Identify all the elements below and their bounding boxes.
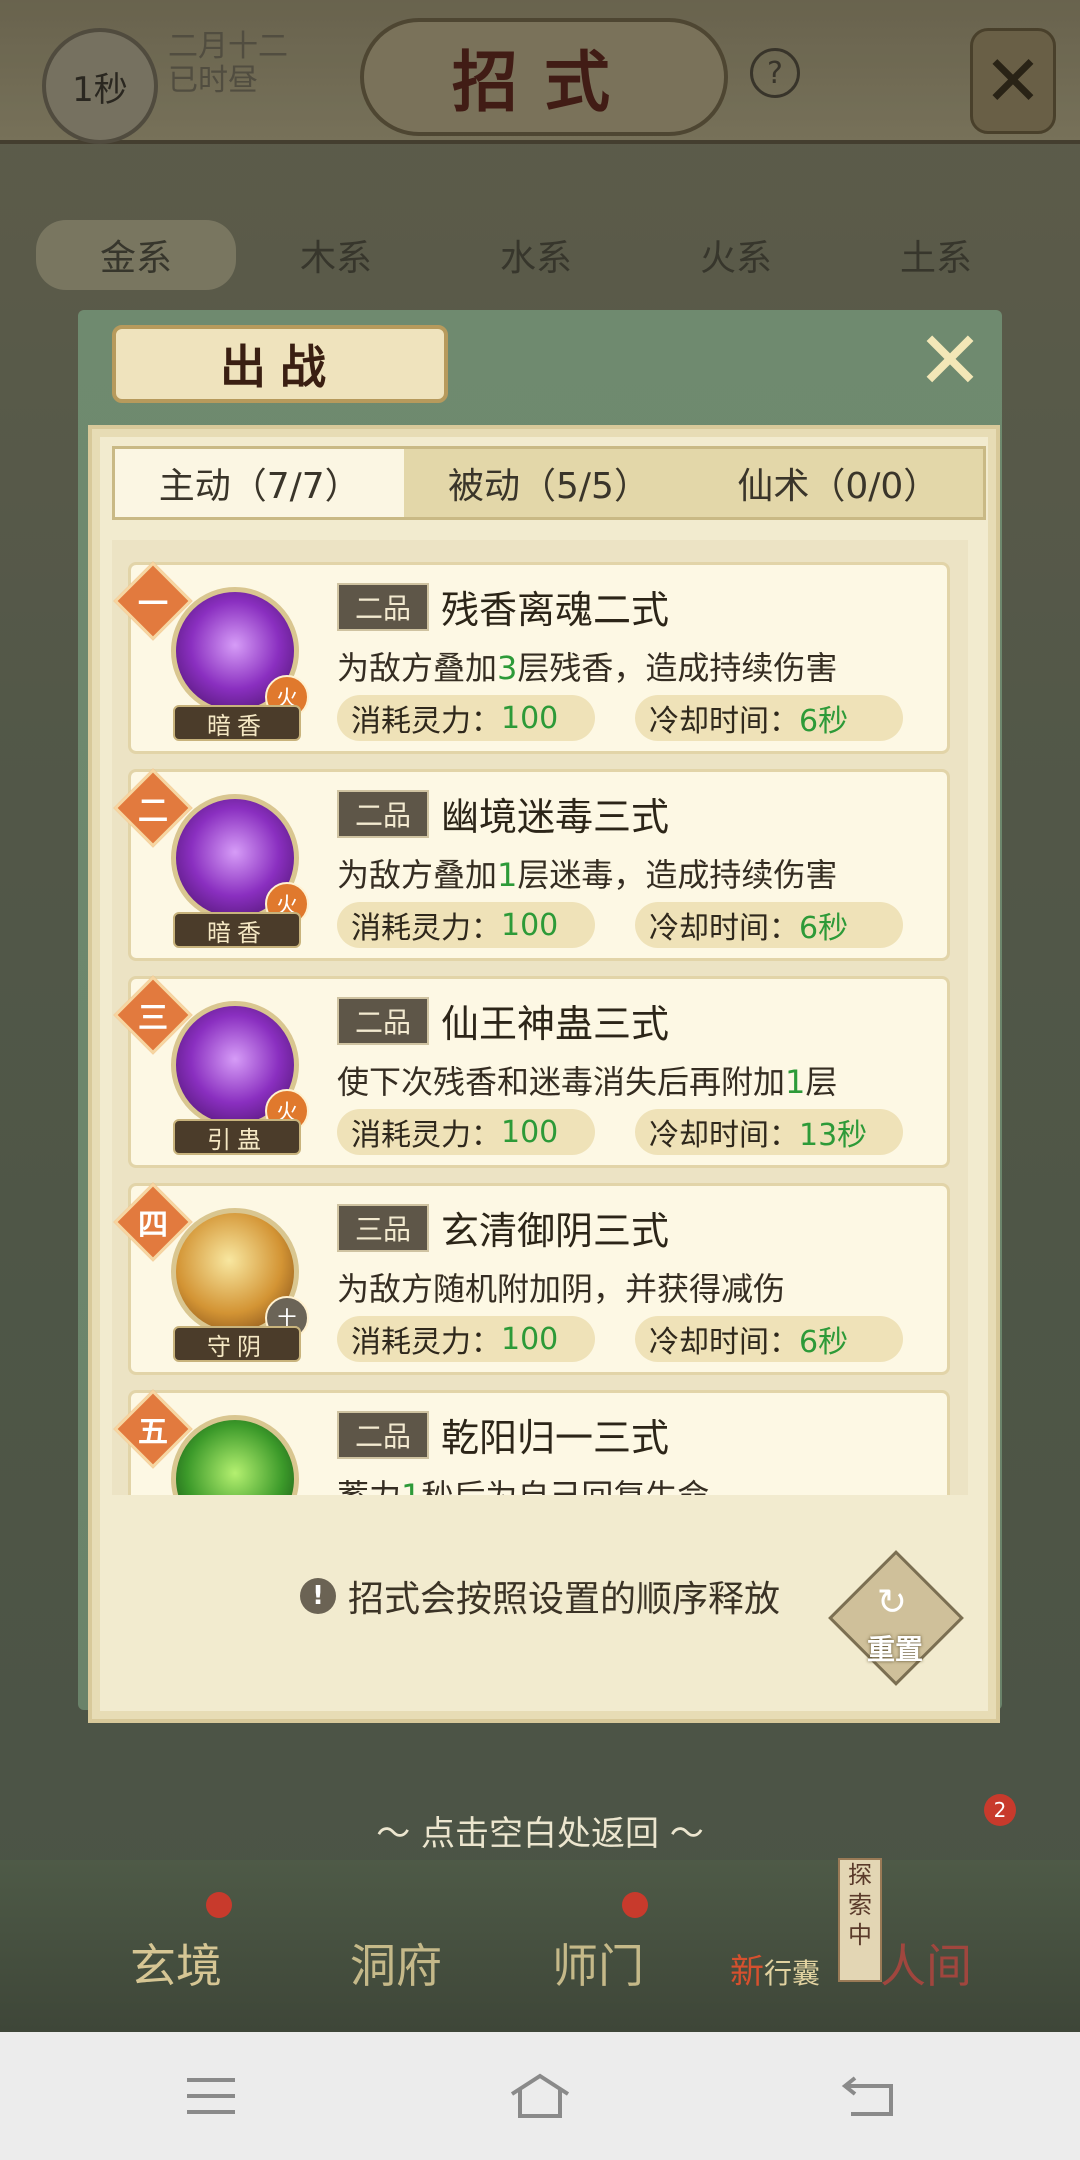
modal-title: 出战 bbox=[112, 325, 448, 403]
cooldown-pill: 冷却时间： 6秒 bbox=[635, 1316, 903, 1362]
desc-number: 1 bbox=[497, 856, 518, 894]
skill-desc: 蓄力1秒后为自己回复生命 bbox=[337, 1471, 709, 1495]
desc-number: 1 bbox=[401, 1477, 421, 1495]
nav-renjian[interactable]: 人间 bbox=[880, 1930, 972, 1996]
cooldown-value: 6秒 bbox=[799, 1325, 849, 1360]
skill-card[interactable]: 一 火 暗香 二品 残香离魂二式 为敌方叠加3层残香，造成持续伤害 消耗灵力： 1… bbox=[113, 561, 950, 754]
cost-value: 100 bbox=[501, 1321, 559, 1357]
desc-text: 层残香，造成持续伤害 bbox=[517, 649, 838, 687]
icon-label: 守阴 bbox=[173, 1326, 301, 1362]
back-hint: 〜 点击空白处返回 〜 bbox=[376, 1814, 704, 1854]
skill-name: 仙王神蛊三式 bbox=[441, 1002, 670, 1046]
cooldown-label: 冷却时间： bbox=[649, 1118, 799, 1153]
cooldown-label: 冷却时间： bbox=[649, 1325, 799, 1360]
nav-xingnang-label: 行囊 bbox=[764, 1957, 821, 1990]
rank-text: 一 bbox=[138, 587, 168, 622]
modal-title-text: 出战 bbox=[220, 340, 340, 394]
skill-name: 乾阳归一三式 bbox=[441, 1416, 670, 1460]
desc-number: 1 bbox=[785, 1063, 806, 1101]
desc-text: 为敌方叠加 bbox=[337, 856, 498, 894]
desc-text: 使下次残香和迷毒消失后再附加 bbox=[337, 1063, 786, 1101]
rank-text: 五 bbox=[138, 1415, 168, 1450]
close-icon[interactable]: ✕ bbox=[915, 314, 985, 407]
tab-active-skills[interactable]: 主动（7/7） bbox=[115, 449, 405, 517]
rank-text: 二 bbox=[138, 794, 168, 829]
skill-desc: 为敌方叠加1层迷毒，造成持续伤害 bbox=[337, 850, 837, 896]
icon-label: 暗香 bbox=[173, 912, 301, 948]
cost-label: 消耗灵力： bbox=[351, 1118, 501, 1153]
cost-label: 消耗灵力： bbox=[351, 1325, 501, 1360]
desc-text: 秒后为自己回复生命 bbox=[421, 1477, 709, 1495]
cooldown-pill: 冷却时间： 13秒 bbox=[635, 1109, 903, 1155]
refresh-icon: ↻ bbox=[876, 1581, 908, 1623]
icon-label: 引蛊 bbox=[173, 1119, 301, 1155]
cost-pill: 消耗灵力： 100 bbox=[337, 902, 595, 948]
skill-card[interactable]: 四 土 守阴 三品 玄清御阴三式 为敌方随机附加阴，并获得减伤 消耗灵力： 100… bbox=[113, 1182, 950, 1375]
rank-text: 三 bbox=[138, 1001, 168, 1036]
skill-desc: 为敌方叠加3层残香，造成持续伤害 bbox=[337, 643, 837, 689]
system-nav-bar bbox=[0, 2032, 1080, 2160]
nav-dongfu[interactable]: 洞府 bbox=[350, 1930, 442, 1996]
icon-label: 暗香 bbox=[173, 705, 301, 741]
tab-spell-skills[interactable]: 仙术（0/0） bbox=[694, 449, 983, 517]
home-icon[interactable] bbox=[505, 2066, 575, 2126]
back-icon[interactable] bbox=[834, 2066, 904, 2126]
cost-pill: 消耗灵力： 100 bbox=[337, 1109, 595, 1155]
desc-text: 为敌方叠加 bbox=[337, 649, 498, 687]
grade-badge: 二品 bbox=[337, 790, 429, 838]
rank-text: 四 bbox=[138, 1208, 168, 1243]
skill-desc: 使下次残香和迷毒消失后再附加1层 bbox=[337, 1057, 837, 1103]
notification-dot bbox=[206, 1892, 232, 1918]
cost-label: 消耗灵力： bbox=[351, 704, 501, 739]
cost-label: 消耗灵力： bbox=[351, 911, 501, 946]
cooldown-pill: 冷却时间： 6秒 bbox=[635, 695, 903, 741]
cost-value: 100 bbox=[501, 1114, 559, 1150]
nav-shimen[interactable]: 师门 bbox=[552, 1930, 644, 1996]
menu-icon[interactable] bbox=[176, 2066, 246, 2126]
cost-value: 100 bbox=[501, 907, 559, 943]
cost-pill: 消耗灵力： 100 bbox=[337, 1316, 595, 1362]
notification-dot bbox=[622, 1892, 648, 1918]
world-count-badge: 2 bbox=[984, 1794, 1016, 1826]
skill-card[interactable]: 五 二品 乾阳归一三式 蓄力1秒后为自己回复生命 bbox=[113, 1389, 950, 1495]
skill-card[interactable]: 二 火 暗香 二品 幽境迷毒三式 为敌方叠加1层迷毒，造成持续伤害 消耗灵力： 1… bbox=[113, 768, 950, 961]
cost-pill: 消耗灵力： 100 bbox=[337, 695, 595, 741]
order-hint-text: 招式会按照设置的顺序释放 bbox=[348, 1579, 781, 1620]
skill-name: 残香离魂二式 bbox=[441, 588, 670, 632]
skill-name: 玄清御阴三式 bbox=[441, 1209, 670, 1253]
grade-badge: 二品 bbox=[337, 1411, 429, 1459]
grade-badge: 二品 bbox=[337, 997, 429, 1045]
skill-subtabs: 主动（7/7） 被动（5/5） 仙术（0/0） bbox=[112, 446, 986, 520]
grade-badge: 二品 bbox=[337, 583, 429, 631]
skill-list[interactable]: 一 火 暗香 二品 残香离魂二式 为敌方叠加3层残香，造成持续伤害 消耗灵力： 1… bbox=[112, 540, 968, 1495]
cooldown-value: 13秒 bbox=[799, 1118, 868, 1153]
desc-text: 蓄力 bbox=[337, 1477, 401, 1495]
cooldown-label: 冷却时间： bbox=[649, 911, 799, 946]
tab-passive-skills[interactable]: 被动（5/5） bbox=[404, 449, 693, 517]
grade-badge: 三品 bbox=[337, 1204, 429, 1252]
nav-xingnang[interactable]: 新行囊 bbox=[730, 1944, 820, 1993]
cooldown-value: 6秒 bbox=[799, 704, 849, 739]
reset-label[interactable]: 重置 bbox=[852, 1628, 938, 1668]
skill-name: 幽境迷毒三式 bbox=[441, 795, 670, 839]
desc-text: 层 bbox=[805, 1063, 838, 1101]
explore-tag: 探索中 bbox=[838, 1858, 882, 1982]
skill-desc: 为敌方随机附加阴，并获得减伤 bbox=[337, 1264, 785, 1310]
cooldown-value: 6秒 bbox=[799, 911, 849, 946]
skill-card[interactable]: 三 火 引蛊 二品 仙王神蛊三式 使下次残香和迷毒消失后再附加1层 消耗灵力： 1… bbox=[113, 975, 950, 1168]
exclamation-icon: ! bbox=[300, 1578, 336, 1614]
nav-xuanjing[interactable]: 玄境 bbox=[130, 1930, 222, 1996]
desc-number: 3 bbox=[497, 649, 518, 687]
cooldown-label: 冷却时间： bbox=[649, 704, 799, 739]
cooldown-pill: 冷却时间： 6秒 bbox=[635, 902, 903, 948]
order-hint: ! 招式会按照设置的顺序释放 bbox=[300, 1570, 780, 1622]
desc-text: 为敌方随机附加阴，并获得减伤 bbox=[337, 1270, 786, 1308]
cost-value: 100 bbox=[501, 700, 559, 736]
bottom-nav: 玄境 洞府 师门 新行囊 人间 bbox=[0, 1860, 1080, 2032]
new-tag: 新 bbox=[730, 1952, 764, 1992]
desc-text: 层迷毒，造成持续伤害 bbox=[517, 856, 838, 894]
back-hint-text: 点击空白处返回 bbox=[421, 1814, 659, 1854]
